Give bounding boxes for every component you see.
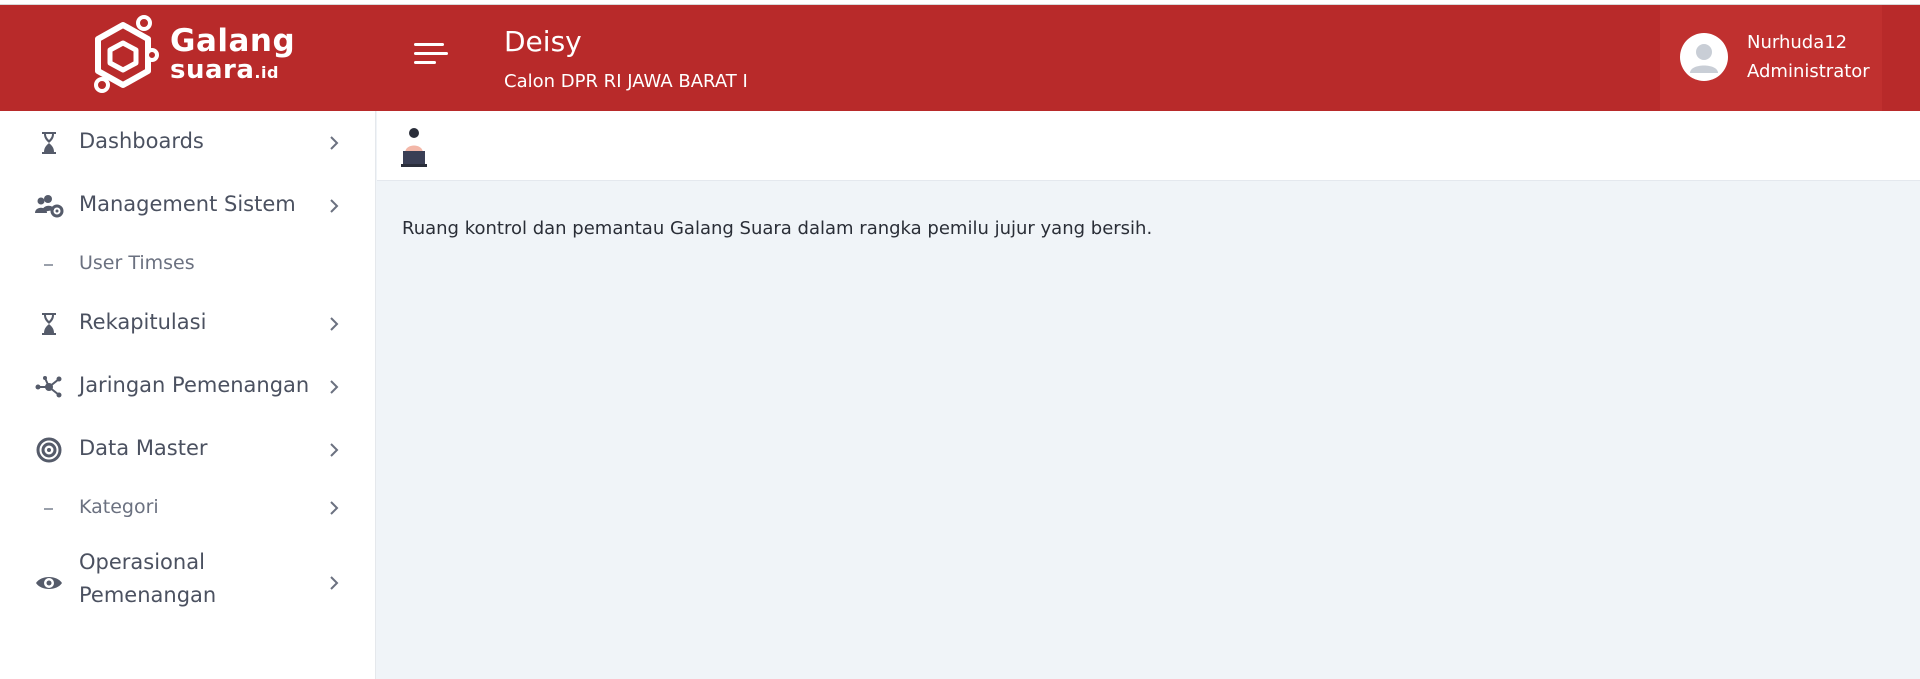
sidebar-item-label: Dashboards <box>79 129 204 153</box>
brand-name-line2: suara.id <box>170 57 295 86</box>
sidebar-item-label: Management Sistem <box>79 192 296 216</box>
dash-icon <box>44 264 53 266</box>
sidebar-item-label: Kategori <box>79 496 159 518</box>
chevron-right-icon <box>330 317 339 331</box>
sidebar-item-management-sistem[interactable]: Management Sistem <box>0 174 376 237</box>
sidebar-item-dashboards[interactable]: Dashboards <box>0 111 376 174</box>
brand-wordmark: Galang suara.id <box>170 25 295 86</box>
sidebar-item-rekapitulasi[interactable]: Rekapitulasi <box>0 292 376 355</box>
sidebar-item-operasional-pemenangan[interactable]: Operasional Pemenangan <box>0 536 376 631</box>
sidebar: Dashboards Management Sistem User Timses… <box>0 111 376 679</box>
brand-name-line1: Galang <box>170 23 296 59</box>
main-description: Ruang kontrol dan pemantau Galang Suara … <box>402 218 1153 239</box>
brand[interactable]: Galang suara.id <box>0 5 376 111</box>
dash-icon <box>44 508 53 510</box>
sidebar-item-label: Operasional <box>79 550 205 574</box>
eye-icon <box>36 577 62 589</box>
sidebar-item-data-master[interactable]: Data Master <box>0 418 376 481</box>
brand-tld: .id <box>254 63 279 82</box>
content-header <box>377 111 1920 181</box>
person-laptop-icon <box>401 128 427 167</box>
brand-name-suara: suara <box>170 55 255 85</box>
chevron-right-icon <box>330 136 339 150</box>
hamburger-icon[interactable] <box>414 43 448 73</box>
sidebar-item-label: Jaringan Pemenangan <box>79 373 310 397</box>
sidebar-item-user-timses[interactable]: User Timses <box>0 237 376 292</box>
user-role: Administrator <box>1747 61 1870 82</box>
chevron-right-icon <box>330 380 339 394</box>
user-name: Nurhuda12 <box>1747 32 1848 53</box>
sidebar-item-label: Rekapitulasi <box>79 310 207 334</box>
chevron-right-icon <box>330 576 339 590</box>
chevron-right-icon <box>330 501 339 515</box>
sidebar-item-kategori[interactable]: Kategori <box>0 481 376 536</box>
logo-icon <box>94 15 159 93</box>
target-icon <box>36 437 62 463</box>
app-header: Galang suara.id Deisy Calon DPR RI JAWA … <box>0 5 1920 111</box>
page-subtitle: Calon DPR RI JAWA BARAT I <box>504 71 748 92</box>
user-avatar-icon <box>1680 33 1728 81</box>
users-cog-icon <box>35 195 64 218</box>
chevron-right-icon <box>330 443 339 457</box>
user-menu[interactable]: Nurhuda12 Administrator <box>1660 5 1882 111</box>
sidebar-item-label-line2: Pemenangan <box>79 583 217 607</box>
sidebar-item-label: Data Master <box>79 436 208 460</box>
hourglass-icon <box>42 313 56 335</box>
page-title: Deisy <box>504 25 582 58</box>
sidebar-item-label: User Timses <box>79 252 195 274</box>
chevron-right-icon <box>330 199 339 213</box>
hourglass-icon <box>42 132 56 154</box>
sidebar-item-jaringan-pemenangan[interactable]: Jaringan Pemenangan <box>0 355 376 418</box>
network-icon <box>35 376 62 398</box>
